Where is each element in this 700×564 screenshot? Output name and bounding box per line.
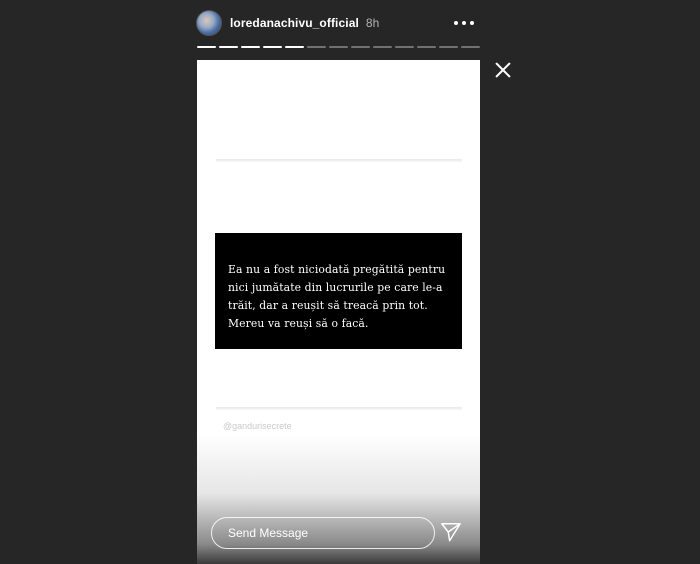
story-content[interactable]: Ea nu a fost niciodată pregătită pentru … [197, 60, 480, 564]
more-options-icon[interactable] [454, 16, 474, 30]
progress-segment [329, 46, 348, 48]
progress-segment [285, 46, 304, 48]
story-header: loredanachivu_official 8h [196, 8, 480, 38]
progress-segment [395, 46, 414, 48]
story-viewer: loredanachivu_official 8h Ea nu a fost n… [0, 0, 700, 564]
close-icon[interactable] [494, 61, 512, 79]
quote-text: Ea nu a fost niciodată pregătită pentru … [228, 263, 446, 330]
send-message-placeholder: Send Message [228, 526, 309, 540]
divider [216, 407, 462, 410]
progress-segment [439, 46, 458, 48]
avatar[interactable] [196, 10, 222, 36]
progress-segment [307, 46, 326, 48]
username[interactable]: loredanachivu_official [230, 16, 359, 30]
send-message-input[interactable]: Send Message [211, 517, 435, 549]
quote-box: Ea nu a fost niciodată pregătită pentru … [215, 233, 462, 349]
progress-segment [263, 46, 282, 48]
source-handle: @gandurisecrete [223, 421, 292, 431]
progress-segment [219, 46, 238, 48]
progress-segment [351, 46, 370, 48]
progress-segment [417, 46, 436, 48]
progress-segment [241, 46, 260, 48]
progress-segment [461, 46, 480, 48]
send-icon[interactable] [440, 521, 462, 543]
story-progress-bar [197, 46, 480, 48]
post-time: 8h [365, 16, 380, 30]
divider [216, 159, 462, 162]
progress-segment [373, 46, 392, 48]
progress-segment [197, 46, 216, 48]
